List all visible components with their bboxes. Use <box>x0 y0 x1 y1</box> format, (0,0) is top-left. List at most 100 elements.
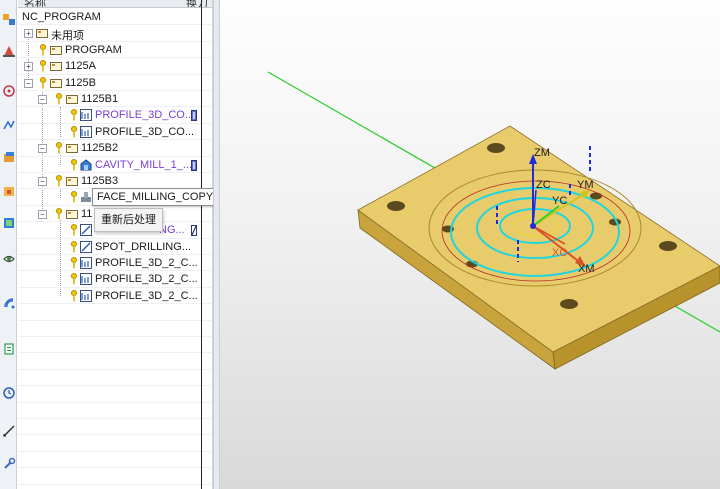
empty-row <box>18 435 213 452</box>
collapse-icon[interactable]: − <box>38 95 47 104</box>
empty-row <box>18 321 213 337</box>
tool-path-icon[interactable] <box>0 116 16 134</box>
group-folder-icon <box>66 95 78 104</box>
tree-label: PROFILE_3D_CO... <box>95 109 195 122</box>
navigator-column-header: 名称 换刀 <box>18 0 213 8</box>
left-toolbar <box>0 0 17 489</box>
drilling-operation-icon <box>80 224 92 237</box>
empty-row <box>18 386 213 403</box>
collapse-icon[interactable]: − <box>38 209 47 219</box>
tree-row-1125a[interactable]: + 1125A <box>18 58 213 75</box>
operation-navigator-icon[interactable] <box>0 10 16 28</box>
key-icon <box>71 257 77 269</box>
xc-label: XC <box>552 247 567 259</box>
ym-label: YM <box>577 179 594 191</box>
tool-status-icon <box>191 110 197 122</box>
zm-label: ZM <box>534 147 550 159</box>
tree-label: PROFILE_3D_CO... <box>95 125 195 138</box>
tree-label: 1125B1 <box>81 93 119 105</box>
method-icon[interactable] <box>0 214 16 232</box>
operation-navigator: 名称 换刀 NC_PROGRAM + 未用项 PROGRAM + 1125A −… <box>18 0 213 489</box>
group-folder-icon <box>50 62 62 72</box>
name-column-header[interactable]: 名称 <box>24 0 46 7</box>
group-folder-icon <box>50 45 62 55</box>
tree-row-operation[interactable]: PROFILE_3D_CO... <box>18 107 213 124</box>
key-icon <box>71 240 77 253</box>
key-icon <box>71 224 77 236</box>
group-folder-icon <box>66 177 78 186</box>
origin-marker <box>530 223 536 229</box>
collapse-icon[interactable]: − <box>38 144 47 154</box>
part-model-view: ZM ZC YM YC XC XM <box>267 71 720 370</box>
tree-label: CAVITY_MILL_1_... <box>95 158 193 171</box>
clock-icon[interactable] <box>0 384 16 402</box>
profile-operation-icon <box>80 109 92 122</box>
tree-row-1125b2[interactable]: − 1125B2 <box>18 140 213 157</box>
tree-row-1125b3[interactable]: − 1125B3 <box>18 173 213 190</box>
tree-label: 1125B2 <box>81 142 119 155</box>
profile-operation-icon <box>80 273 92 286</box>
empty-row <box>18 452 213 469</box>
tree-label: 1125B <box>65 76 96 89</box>
tool-change-column-header[interactable]: 换刀 <box>186 0 208 7</box>
key-icon <box>40 76 46 89</box>
cavity-mill-icon <box>80 158 92 171</box>
tree-label: PROFILE_3D_2_C... <box>95 257 198 269</box>
key-icon <box>71 273 77 285</box>
tree-label: PROFILE_3D_2_C... <box>95 273 198 286</box>
key-icon <box>56 175 62 187</box>
key-icon <box>56 93 62 105</box>
graphics-viewport[interactable]: ZM ZC YM YC XC XM <box>220 0 720 489</box>
tree-label: 1125B3 <box>81 175 119 187</box>
column-divider[interactable] <box>201 0 202 489</box>
key-icon <box>71 109 77 121</box>
empty-row <box>18 370 213 387</box>
tree-row-operation[interactable]: PROFILE_3D_2_C... <box>18 271 213 288</box>
collapse-icon[interactable]: − <box>24 78 33 88</box>
tree-row-operation[interactable]: PROFILE_3D_2_C... <box>18 255 213 272</box>
tree-row-1125b1[interactable]: − 1125B1 <box>18 91 213 108</box>
tree-label: 1125A <box>65 60 96 73</box>
fixture-icon[interactable] <box>0 182 16 200</box>
measure-icon[interactable] <box>0 422 16 440</box>
geometry-icon[interactable] <box>0 82 16 100</box>
collapse-icon[interactable]: − <box>38 177 47 186</box>
view-icon[interactable] <box>0 250 16 268</box>
bolt-hole <box>560 299 578 309</box>
tree-row-operation[interactable]: SPOT_DRILLING... <box>18 239 213 255</box>
key-icon <box>71 191 77 203</box>
bolt-hole <box>659 241 677 251</box>
tree-label: 11 <box>81 207 93 220</box>
wireless-icon[interactable] <box>0 294 16 312</box>
tree-row-operation[interactable]: PROFILE_3D_2_C... <box>18 288 213 305</box>
expand-icon[interactable]: + <box>24 29 33 39</box>
empty-row <box>18 468 213 485</box>
expand-icon[interactable]: + <box>24 62 33 72</box>
part-top-face <box>357 125 720 353</box>
document-icon[interactable] <box>0 340 16 358</box>
key-icon <box>56 207 62 220</box>
bolt-hole <box>487 143 505 153</box>
tree-row-1125b[interactable]: − 1125B <box>18 75 213 91</box>
tree-row-operation[interactable]: PROFILE_3D_CO... <box>18 124 213 141</box>
panel-splitter[interactable] <box>213 0 220 489</box>
tree-row-operation[interactable]: CAVITY_MILL_1_... <box>18 157 213 173</box>
drilling-operation-icon <box>80 240 92 253</box>
key-icon <box>71 125 77 138</box>
wrench-icon[interactable] <box>0 455 16 473</box>
group-folder-icon <box>66 144 78 154</box>
empty-row <box>18 353 213 370</box>
part-icon[interactable] <box>0 148 16 166</box>
machine-tool-icon[interactable] <box>0 42 16 60</box>
tree-row-unused-items[interactable]: + 未用项 <box>18 25 213 42</box>
group-folder-icon <box>50 78 62 88</box>
repostprocess-menu-item[interactable]: 重新后处理 <box>94 208 163 232</box>
profile-operation-icon <box>80 257 92 269</box>
group-folder-icon <box>66 209 78 219</box>
yc-label: YC <box>552 195 567 207</box>
profile-operation-icon <box>80 125 92 138</box>
tree-row-program[interactable]: PROGRAM <box>18 42 213 59</box>
bolt-hole <box>590 192 602 200</box>
profile-operation-icon <box>80 289 92 302</box>
tree-row-nc-program[interactable]: NC_PROGRAM <box>18 9 213 26</box>
